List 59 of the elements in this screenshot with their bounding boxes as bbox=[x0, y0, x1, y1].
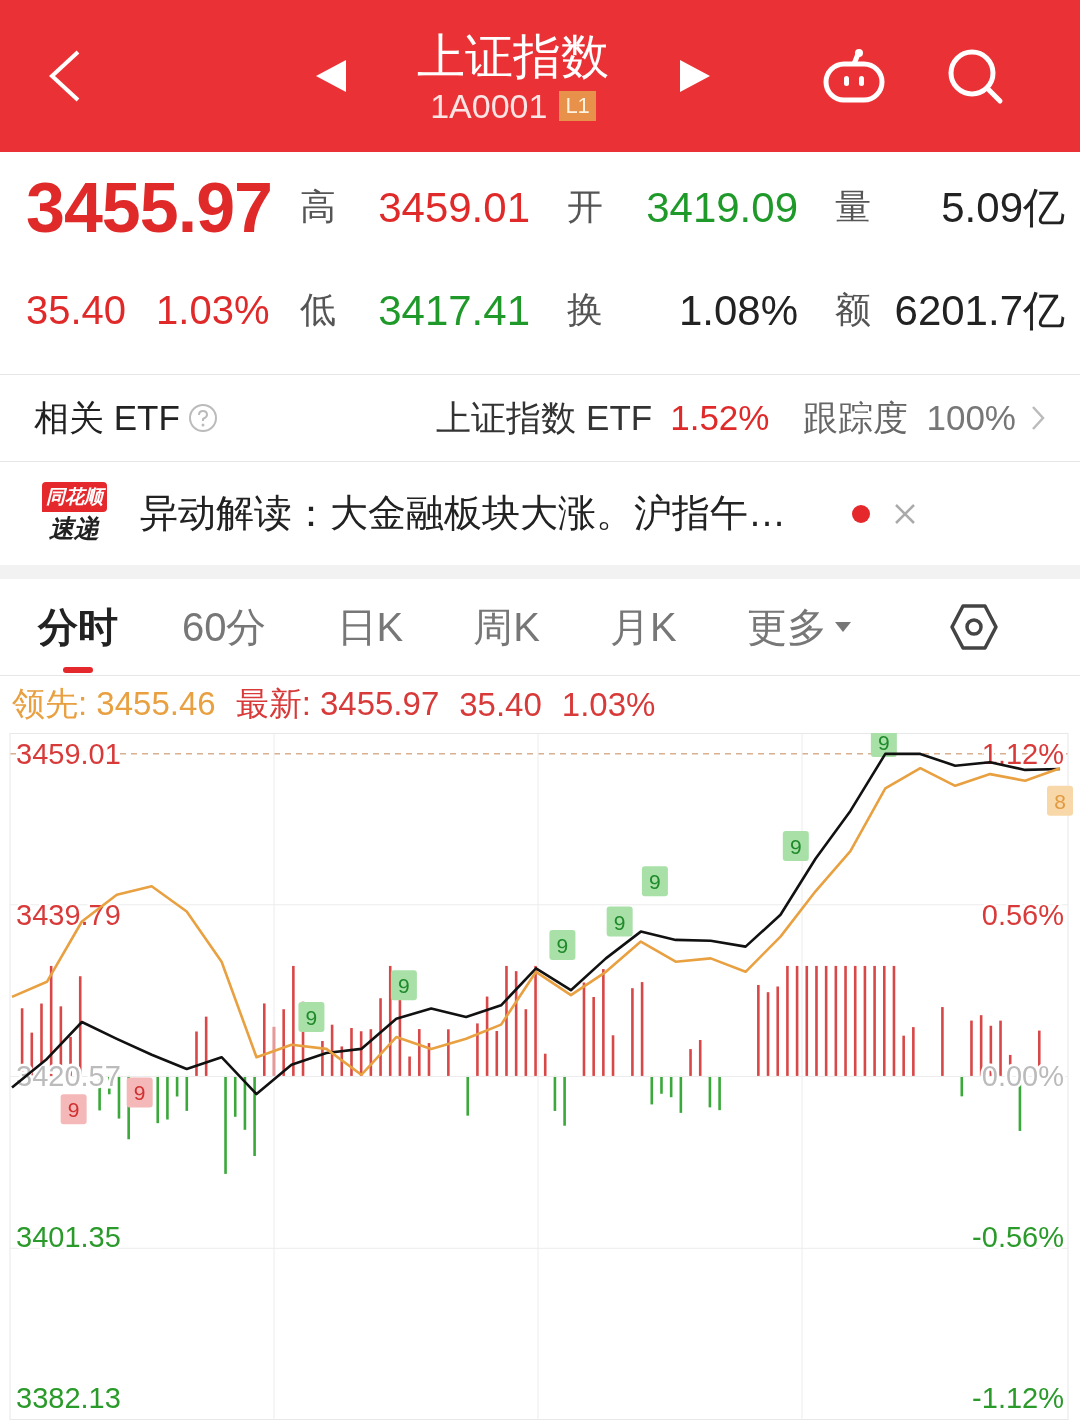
current-price: 3455.97 bbox=[26, 167, 274, 248]
etf-change: 1.52% bbox=[670, 398, 770, 438]
legend-text: 领先: 3455.46 bbox=[12, 684, 216, 724]
signal-marker: 9 bbox=[870, 733, 897, 758]
close-icon[interactable] bbox=[894, 502, 916, 525]
settings-icon[interactable] bbox=[948, 602, 999, 652]
stat-value: 3417.41 bbox=[377, 286, 530, 335]
news-logo: 同花顺 速递 bbox=[36, 482, 112, 545]
axis-label: 1.12% bbox=[981, 737, 1064, 770]
signal-marker: 8 bbox=[1047, 785, 1073, 816]
stat-value: 5.09亿 bbox=[940, 182, 1065, 233]
chart-tab[interactable]: 月K bbox=[609, 579, 677, 675]
axis-label: -0.56% bbox=[972, 1220, 1064, 1253]
robot-icon[interactable] bbox=[822, 48, 886, 104]
signal-marker: 9 bbox=[549, 929, 576, 960]
signal-marker: 9 bbox=[126, 1077, 153, 1108]
stat-value: 6201.7亿 bbox=[893, 285, 1065, 336]
stat-value: 3419.09 bbox=[645, 183, 798, 232]
legend-text: 35.40 bbox=[459, 685, 542, 724]
previous-icon[interactable] bbox=[314, 58, 348, 94]
percent-change: 1.03% bbox=[156, 288, 270, 333]
stock-title: 上证指数 bbox=[417, 28, 609, 85]
legend-text: 1.03% bbox=[561, 685, 656, 724]
more-menu[interactable]: 更多 bbox=[746, 579, 851, 675]
news-headline[interactable]: 异动解读：大金融板块大涨。沪指午… bbox=[140, 488, 786, 539]
stock-code: 1A0001 bbox=[430, 86, 548, 126]
stat-label: 低 bbox=[300, 288, 337, 332]
level-badge: L1 bbox=[559, 91, 596, 121]
axis-label: 3401.35 bbox=[16, 1220, 121, 1253]
stat-label: 量 bbox=[835, 185, 872, 229]
signal-marker: 9 bbox=[60, 1094, 87, 1125]
next-icon[interactable] bbox=[678, 58, 712, 94]
etf-name[interactable]: 上证指数 ETF bbox=[436, 394, 653, 442]
stat-label: 高 bbox=[300, 185, 337, 229]
etf-label: 相关 ETF bbox=[34, 396, 180, 439]
stat-label: 开 bbox=[567, 185, 604, 229]
axis-label: 3459.01 bbox=[16, 737, 121, 770]
legend-text: 最新: 3455.97 bbox=[235, 684, 440, 724]
axis-label: 3382.13 bbox=[16, 1381, 121, 1414]
chart-tab[interactable]: 周K bbox=[473, 579, 540, 675]
price-change: 35.40 bbox=[26, 288, 127, 333]
signal-marker: 9 bbox=[298, 1002, 325, 1032]
chart-tab[interactable]: 分时 bbox=[38, 579, 118, 675]
tracking-label: 跟踪度 bbox=[803, 396, 909, 439]
caret-icon bbox=[834, 622, 851, 632]
chart-tab[interactable]: 60分 bbox=[182, 579, 267, 675]
search-icon[interactable] bbox=[946, 47, 1004, 105]
signal-marker: 9 bbox=[641, 866, 668, 897]
axis-label: 0.56% bbox=[981, 898, 1064, 931]
stat-label: 换 bbox=[567, 288, 604, 332]
stat-label: 额 bbox=[835, 288, 872, 332]
signal-marker: 9 bbox=[390, 970, 417, 1001]
signal-marker: 9 bbox=[606, 906, 633, 937]
tracking-value: 100% bbox=[926, 398, 1016, 438]
stat-value: 1.08% bbox=[677, 286, 798, 335]
axis-label: -1.12% bbox=[972, 1381, 1064, 1414]
signal-marker: 9 bbox=[782, 831, 809, 862]
stat-value: 3459.01 bbox=[377, 183, 530, 232]
chart-tab[interactable]: 日K bbox=[336, 579, 404, 675]
